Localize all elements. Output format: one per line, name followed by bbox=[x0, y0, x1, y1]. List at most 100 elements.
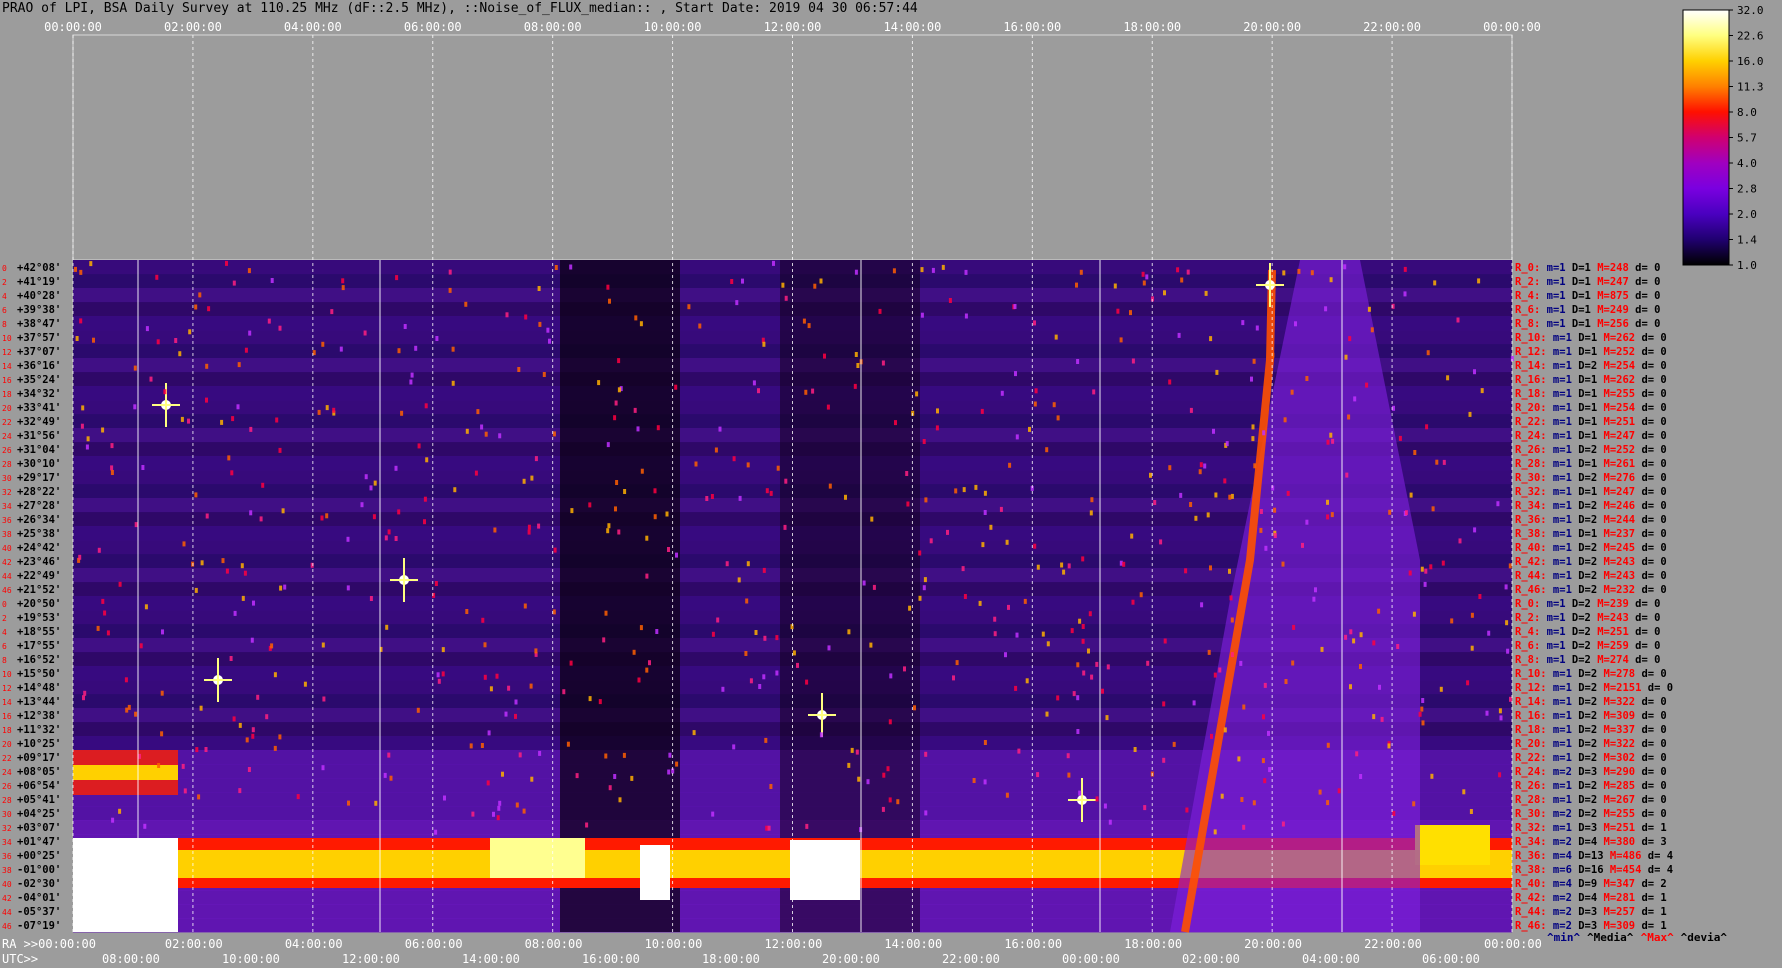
row-stat-part: d= 0 bbox=[1635, 346, 1667, 358]
noise-speckle bbox=[133, 365, 137, 371]
noise-speckle bbox=[862, 580, 866, 586]
noise-speckle bbox=[1253, 463, 1257, 469]
noise-speckle bbox=[913, 705, 916, 711]
row-stat-part: d= 0 bbox=[1635, 486, 1667, 498]
row-stat-part: M=347 bbox=[1597, 878, 1635, 890]
noise-speckle bbox=[656, 425, 660, 431]
declination-label: +32°49' bbox=[17, 416, 61, 428]
row-stat-part: D=2 bbox=[1572, 570, 1597, 582]
noise-speckle bbox=[721, 686, 725, 692]
row-index-label: 2 bbox=[2, 278, 7, 287]
noise-speckle bbox=[1404, 510, 1408, 516]
row-stat-part: R_36: bbox=[1515, 514, 1547, 526]
noise-speckle bbox=[101, 427, 105, 433]
row-stat-part: R_6: bbox=[1515, 640, 1540, 652]
noise-speckle bbox=[639, 321, 643, 327]
row-stat: R_4: m=1 D=2 M=251 d= 0 bbox=[1515, 626, 1660, 638]
noise-speckle bbox=[983, 510, 987, 515]
declination-label: +09°17' bbox=[17, 752, 61, 764]
noise-speckle bbox=[1462, 789, 1466, 795]
noise-speckle bbox=[522, 808, 526, 814]
row-index-label: 0 bbox=[2, 264, 7, 273]
noise-speckle bbox=[570, 508, 574, 514]
noise-speckle bbox=[281, 508, 285, 514]
noise-speckle bbox=[1251, 424, 1255, 430]
row-stat-part: d= 0 bbox=[1635, 360, 1667, 372]
utc-tick-label: 00:00:00 bbox=[1062, 952, 1120, 966]
noise-speckle bbox=[1033, 543, 1037, 549]
row-stat: R_4: m=1 D=1 M=875 d= 0 bbox=[1515, 290, 1660, 302]
row-stat-part: d= 4 bbox=[1641, 850, 1673, 862]
noise-speckle bbox=[1106, 664, 1110, 670]
row-stat: R_32: m=1 D=1 M=247 d= 0 bbox=[1515, 486, 1667, 498]
noise-speckle bbox=[155, 274, 159, 280]
noise-speckle bbox=[645, 573, 649, 579]
colorbar-tick-label: 2.0 bbox=[1737, 208, 1757, 221]
noise-speckle bbox=[161, 629, 164, 635]
row-stat: R_14: m=1 D=2 M=254 d= 0 bbox=[1515, 360, 1667, 372]
noise-speckle bbox=[607, 523, 611, 529]
row-stat-part: D=3 bbox=[1572, 766, 1597, 778]
noise-speckle bbox=[514, 699, 518, 705]
row-stat-part: M=239 bbox=[1591, 598, 1629, 610]
noise-speckle bbox=[738, 495, 742, 501]
noise-speckle bbox=[1343, 264, 1347, 270]
noise-speckle bbox=[1036, 564, 1040, 570]
noise-speckle bbox=[278, 325, 282, 331]
utc-tick-label: UTC>> bbox=[2, 952, 38, 966]
noise-speckle bbox=[527, 529, 531, 535]
noise-speckle bbox=[632, 649, 636, 655]
row-stat-part: M=246 bbox=[1597, 500, 1635, 512]
declination-label: +35°24' bbox=[17, 374, 61, 386]
noise-speckle bbox=[1045, 447, 1049, 453]
declination-label: +27°28' bbox=[17, 500, 61, 512]
noise-speckle bbox=[441, 671, 445, 677]
row-index-label: 22 bbox=[2, 418, 12, 427]
noise-speckle bbox=[964, 313, 968, 319]
noise-speckle bbox=[781, 282, 785, 288]
row-stat-part: d= 0 bbox=[1635, 514, 1667, 526]
row-index-label: 16 bbox=[2, 376, 12, 385]
noise-speckle bbox=[1082, 670, 1086, 676]
noise-speckle bbox=[1008, 462, 1012, 468]
row-stat-part: R_24: bbox=[1515, 766, 1547, 778]
noise-speckle bbox=[881, 360, 885, 366]
noise-speckle bbox=[101, 598, 105, 604]
noise-speckle bbox=[767, 825, 771, 831]
noise-speckle bbox=[1079, 269, 1083, 275]
noise-speckle bbox=[1359, 774, 1363, 779]
row-stat-part: d= 4 bbox=[1641, 864, 1673, 876]
bright-band bbox=[73, 765, 178, 780]
row-index-label: 40 bbox=[2, 880, 12, 889]
noise-speckle bbox=[259, 516, 263, 522]
noise-speckle bbox=[749, 678, 753, 684]
noise-speckle bbox=[321, 765, 325, 771]
noise-speckle bbox=[397, 509, 401, 515]
row-stat-part: D=3 bbox=[1572, 822, 1597, 834]
row-stat-part: d= 2 bbox=[1635, 878, 1667, 890]
row-stat-part: D=2 bbox=[1572, 360, 1597, 372]
row-stat-part: M=257 bbox=[1597, 906, 1635, 918]
noise-speckle bbox=[1478, 594, 1482, 599]
noise-speckle bbox=[134, 711, 138, 717]
row-stat-part: D=2 bbox=[1572, 472, 1597, 484]
colorbar-tick-label: 22.6 bbox=[1737, 30, 1764, 43]
noise-speckle bbox=[604, 610, 608, 616]
row-stat-part: R_34: bbox=[1515, 836, 1547, 848]
row-stat-part: M=251 bbox=[1591, 626, 1629, 638]
row-index-label: 4 bbox=[2, 292, 7, 301]
noise-speckle bbox=[614, 400, 618, 406]
noise-speckle bbox=[160, 690, 164, 696]
row-stat-part: D=2 bbox=[1572, 808, 1597, 820]
noise-speckle bbox=[639, 625, 643, 631]
noise-speckle bbox=[1095, 661, 1099, 667]
row-stat-part: M=247 bbox=[1597, 430, 1635, 442]
row-stat-part: M=486 bbox=[1604, 850, 1642, 862]
row-stat-part: m=1 bbox=[1547, 360, 1572, 372]
noise-speckle bbox=[1210, 733, 1213, 739]
noise-speckle bbox=[385, 624, 389, 630]
noise-speckle bbox=[1090, 497, 1094, 503]
noise-speckle bbox=[205, 397, 208, 403]
row-stat-part: m=1 bbox=[1540, 626, 1565, 638]
row-stat: R_10: m=1 D=1 M=262 d= 0 bbox=[1515, 332, 1667, 344]
